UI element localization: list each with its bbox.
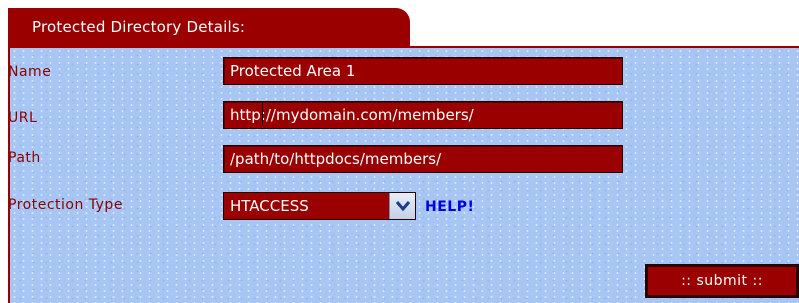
chevron-down-icon bbox=[395, 201, 411, 212]
help-link[interactable]: HELP! bbox=[425, 199, 474, 215]
name-label: Name bbox=[8, 64, 52, 80]
protected-directory-form: Protected Directory Details: Name Protec… bbox=[0, 0, 799, 303]
path-input[interactable]: /path/to/httpdocs/members/ bbox=[223, 145, 623, 173]
protection-type-label: Protection Type bbox=[8, 197, 123, 213]
text-cursor bbox=[262, 103, 263, 125]
name-input[interactable]: Protected Area 1 bbox=[223, 57, 623, 85]
panel-tab: Protected Directory Details: bbox=[8, 8, 410, 46]
submit-button[interactable]: :: submit :: bbox=[645, 264, 799, 298]
url-label: URL bbox=[8, 110, 38, 126]
protection-type-select[interactable]: HTACCESS bbox=[223, 192, 416, 220]
url-input[interactable]: http://mydomain.com/members/ bbox=[223, 101, 623, 129]
dropdown-button[interactable] bbox=[389, 193, 415, 219]
path-label: Path bbox=[8, 150, 41, 166]
panel-title: Protected Directory Details: bbox=[32, 18, 246, 36]
protection-type-value: HTACCESS bbox=[230, 197, 309, 215]
